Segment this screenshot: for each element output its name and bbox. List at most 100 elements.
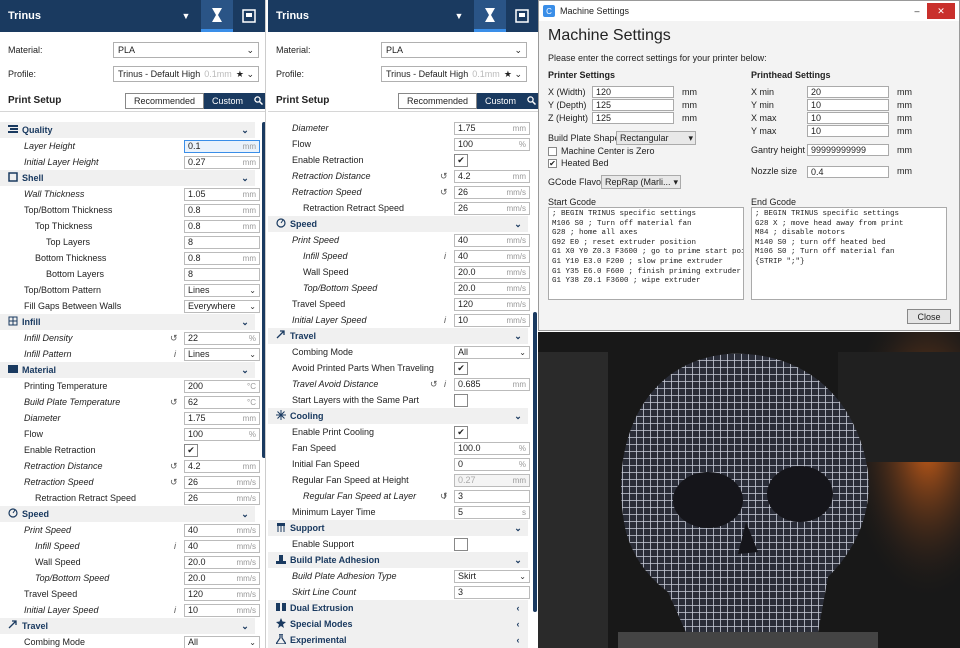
reset-icon[interactable]: ↺: [170, 461, 178, 472]
section-speed-header[interactable]: Speed ⌄: [268, 216, 528, 232]
section-travel-header[interactable]: Travel ⌄: [268, 328, 528, 344]
chevron-down-icon[interactable]: ⌄: [508, 331, 528, 342]
minimize-icon[interactable]: –: [907, 6, 927, 16]
reset-icon[interactable]: ↺: [440, 171, 448, 182]
enable-retraction-checkbox[interactable]: ✔: [454, 153, 468, 167]
wall-thickness-input[interactable]: 1.05 mm: [184, 187, 260, 201]
section-cooling-header[interactable]: Cooling ⌄: [268, 408, 528, 424]
build-plate-temperature-input[interactable]: 62 °C: [184, 395, 260, 409]
right-scrollbar[interactable]: [533, 312, 537, 612]
fill-gaps-between-walls-select[interactable]: Everywhere ⌄: [184, 299, 260, 313]
reset-icon[interactable]: ↺: [170, 333, 178, 344]
reset-icon[interactable]: ↺: [170, 397, 178, 408]
left-scrollbar[interactable]: [262, 122, 265, 458]
travel-avoid-distance-input[interactable]: 0.685 mm: [454, 377, 530, 391]
recommended-tab[interactable]: Recommended: [124, 92, 204, 109]
material-select[interactable]: PLA ⌄: [381, 42, 527, 58]
chevron-down-icon[interactable]: ⌄: [508, 411, 528, 422]
initial-layer-speed-input[interactable]: 10 mm/s: [454, 313, 530, 327]
flow-input[interactable]: 100%: [454, 137, 530, 151]
chevron-down-icon[interactable]: ⌄: [508, 555, 528, 566]
enable-print-cooling-checkbox[interactable]: ✔: [454, 425, 468, 439]
section-support-header[interactable]: Support ⌄: [268, 520, 528, 536]
chevron-down-icon[interactable]: ⌄: [235, 621, 255, 632]
nozzle-size-input[interactable]: 0.4: [807, 166, 889, 178]
print-speed-input[interactable]: 40 mm/s: [184, 523, 260, 537]
bottom-thickness-input[interactable]: 0.8 mm: [184, 251, 260, 265]
z-height-input[interactable]: 125: [592, 112, 674, 124]
retraction-retract-speed-input[interactable]: 26 mm/s: [184, 491, 260, 505]
search-icon[interactable]: [251, 92, 265, 109]
print-speed-input[interactable]: 40 mm/s: [454, 233, 530, 247]
chevron-down-icon[interactable]: ⌄: [235, 365, 255, 376]
combing-mode-select[interactable]: All ⌄: [184, 635, 260, 648]
section-dual-extrusion-header[interactable]: Dual Extrusion ‹: [268, 600, 528, 616]
build-plate-shape-select[interactable]: Rectangular ▾: [616, 131, 696, 145]
chevron-down-icon[interactable]: ⌄: [235, 173, 255, 184]
section-experimental-header[interactable]: Experimental ‹: [268, 632, 528, 648]
flow-input[interactable]: 100%: [184, 427, 260, 441]
skirt-line-count-input[interactable]: 3: [454, 585, 530, 599]
chevron-left-icon[interactable]: ‹: [508, 603, 528, 613]
enable-retraction-checkbox[interactable]: ✔: [184, 443, 198, 457]
x-maxinput[interactable]: 10: [807, 112, 889, 124]
heated-bed-checkbox[interactable]: ✔: [548, 158, 557, 168]
section-special-modes-header[interactable]: Special Modes ‹: [268, 616, 528, 632]
machine-center-zero-checkbox[interactable]: [548, 146, 557, 156]
combing-mode-select[interactable]: All ⌄: [454, 345, 530, 359]
section-infill-header[interactable]: Infill ⌄: [0, 314, 255, 330]
initial-layer-height-input[interactable]: 0.27 mm: [184, 155, 260, 169]
chevron-left-icon[interactable]: ‹: [508, 635, 528, 645]
gantry-height-input[interactable]: 99999999999: [807, 144, 889, 156]
y-maxinput[interactable]: 10: [807, 125, 889, 137]
printer-name[interactable]: Trinus: [268, 10, 444, 22]
top-bottom-speed-input[interactable]: 20.0 mm/s: [454, 281, 530, 295]
retraction-distance-input[interactable]: 4.2 mm: [454, 169, 530, 183]
chevron-down-icon[interactable]: ▼: [444, 11, 474, 21]
diameter-input[interactable]: 1.75 mm: [454, 121, 530, 135]
x-width-input[interactable]: 120: [592, 86, 674, 98]
section-travel-header[interactable]: Travel ⌄: [0, 618, 255, 634]
section-material-header[interactable]: Material ⌄: [0, 362, 255, 378]
retraction-speed-input[interactable]: 26 mm/s: [454, 185, 530, 199]
minimum-layer-time-input[interactable]: 5s: [454, 505, 530, 519]
build-plate-adhesion-type-select[interactable]: Skirt ⌄: [454, 569, 530, 583]
preview-mode-icon[interactable]: [506, 0, 538, 32]
chevron-down-icon[interactable]: ▼: [171, 11, 201, 21]
recommended-tab[interactable]: Recommended: [397, 92, 477, 109]
diameter-input[interactable]: 1.75 mm: [184, 411, 260, 425]
printing-temperature-input[interactable]: 200 °C: [184, 379, 260, 393]
initial-layer-speed-input[interactable]: 10 mm/s: [184, 603, 260, 617]
chevron-down-icon[interactable]: ⌄: [235, 317, 255, 328]
infill-pattern-select[interactable]: Lines ⌄: [184, 347, 260, 361]
printer-name[interactable]: Trinus: [0, 10, 171, 22]
section-speed-header[interactable]: Speed ⌄: [0, 506, 255, 522]
regular-fan-speed-layer-input[interactable]: 3: [454, 489, 530, 503]
top-bottom-thickness-input[interactable]: 0.8 mm: [184, 203, 260, 217]
x-mininput[interactable]: 20: [807, 86, 889, 98]
infill-density-input[interactable]: 22%: [184, 331, 260, 345]
top-layers-input[interactable]: 8: [184, 235, 260, 249]
section-build-plate-adhesion-header[interactable]: Build Plate Adhesion ⌄: [268, 552, 528, 568]
profile-select[interactable]: Trinus - Default High 0.1mm ★ ⌄: [381, 66, 527, 82]
avoid-printed-parts-checkbox[interactable]: ✔: [454, 361, 468, 375]
retraction-retract-speed-input[interactable]: 26 mm/s: [454, 201, 530, 215]
chevron-down-icon[interactable]: ⌄: [235, 125, 255, 136]
retraction-distance-input[interactable]: 4.2 mm: [184, 459, 260, 473]
close-button[interactable]: Close: [907, 309, 951, 324]
custom-tab[interactable]: Custom: [476, 92, 524, 109]
material-select[interactable]: PLA ⌄: [113, 42, 259, 58]
end-gcode-editor[interactable]: ; BEGIN TRINUS specific settings G28 X ; …: [751, 207, 947, 300]
reset-icon[interactable]: ↺: [430, 379, 438, 390]
reset-icon[interactable]: ↺: [170, 477, 178, 488]
top-bottom-pattern-select[interactable]: Lines ⌄: [184, 283, 260, 297]
y-depth-input[interactable]: 125: [592, 99, 674, 111]
section-shell-header[interactable]: Shell ⌄: [0, 170, 255, 186]
start-layers-same-part-checkbox[interactable]: [454, 393, 468, 407]
close-icon[interactable]: ✕: [927, 3, 955, 19]
top-thickness-input[interactable]: 0.8 mm: [184, 219, 260, 233]
section-quality-header[interactable]: Quality ⌄: [0, 122, 255, 138]
profile-select[interactable]: Trinus - Default High 0.1mm ★ ⌄: [113, 66, 259, 82]
infill-speed-input[interactable]: 40 mm/s: [184, 539, 260, 553]
regular-fan-speed-height-input[interactable]: 0.27 mm: [454, 473, 530, 487]
